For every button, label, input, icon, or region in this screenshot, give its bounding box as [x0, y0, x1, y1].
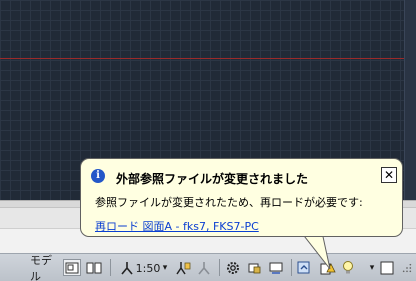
notification-title: 外部参照ファイルが変更されました: [116, 172, 309, 186]
gear-icon: [227, 262, 239, 274]
isolate-objects-spacer: [358, 258, 366, 278]
hardware-acceleration-button[interactable]: [266, 258, 286, 278]
annotation-scale-button[interactable]: [118, 258, 136, 278]
balloon-pointer: [300, 232, 331, 270]
notification-message: 参照ファイルが変更されたため、再ロードが必要です:: [95, 196, 363, 209]
x-axis-line: [0, 58, 416, 59]
vertical-scrollbar[interactable]: [404, 0, 416, 200]
lightbulb-icon: [343, 261, 353, 274]
lock-icon: [248, 263, 261, 274]
info-icon: i: [91, 169, 105, 183]
status-separator: [219, 259, 220, 276]
xref-changed-notification: i 外部参照ファイルが変更されました ✕ 参照ファイルが変更されたため、再ロード…: [80, 158, 403, 237]
status-separator: [291, 259, 292, 276]
model-space-label[interactable]: モデル: [30, 254, 60, 281]
viewports-button[interactable]: [84, 258, 104, 278]
scale-dropdown-arrow[interactable]: ▾: [160, 258, 170, 278]
resize-grip[interactable]: [400, 258, 414, 278]
workspace-switch-button[interactable]: [224, 258, 242, 278]
status-menu-arrow[interactable]: ▾: [367, 258, 377, 278]
monitor-icon: [269, 262, 283, 274]
close-button[interactable]: ✕: [381, 167, 397, 183]
status-separator: [110, 259, 111, 276]
auto-scale-icon: [198, 262, 210, 275]
status-bar: モデル 1:50 ▾ ▾: [0, 253, 416, 281]
clean-screen-icon: [380, 261, 394, 275]
annotation-scale-icon: [121, 262, 133, 275]
reload-xref-link[interactable]: 再ロード 図面A - fks7, FKS7-PC: [95, 218, 259, 234]
annotation-visibility-button[interactable]: [174, 258, 192, 278]
annotation-scale-value[interactable]: 1:50: [136, 258, 161, 278]
layout-icon: [65, 262, 79, 273]
auto-scale-button[interactable]: [195, 258, 213, 278]
clean-screen-button[interactable]: [378, 258, 396, 278]
viewports-icon: [86, 262, 102, 274]
resize-grip-icon: [402, 263, 412, 273]
isolate-objects-button[interactable]: [339, 258, 357, 278]
annotation-visibility-icon: [176, 262, 191, 275]
lock-ui-button[interactable]: [245, 258, 263, 278]
layout-toggle-button[interactable]: [63, 259, 81, 276]
